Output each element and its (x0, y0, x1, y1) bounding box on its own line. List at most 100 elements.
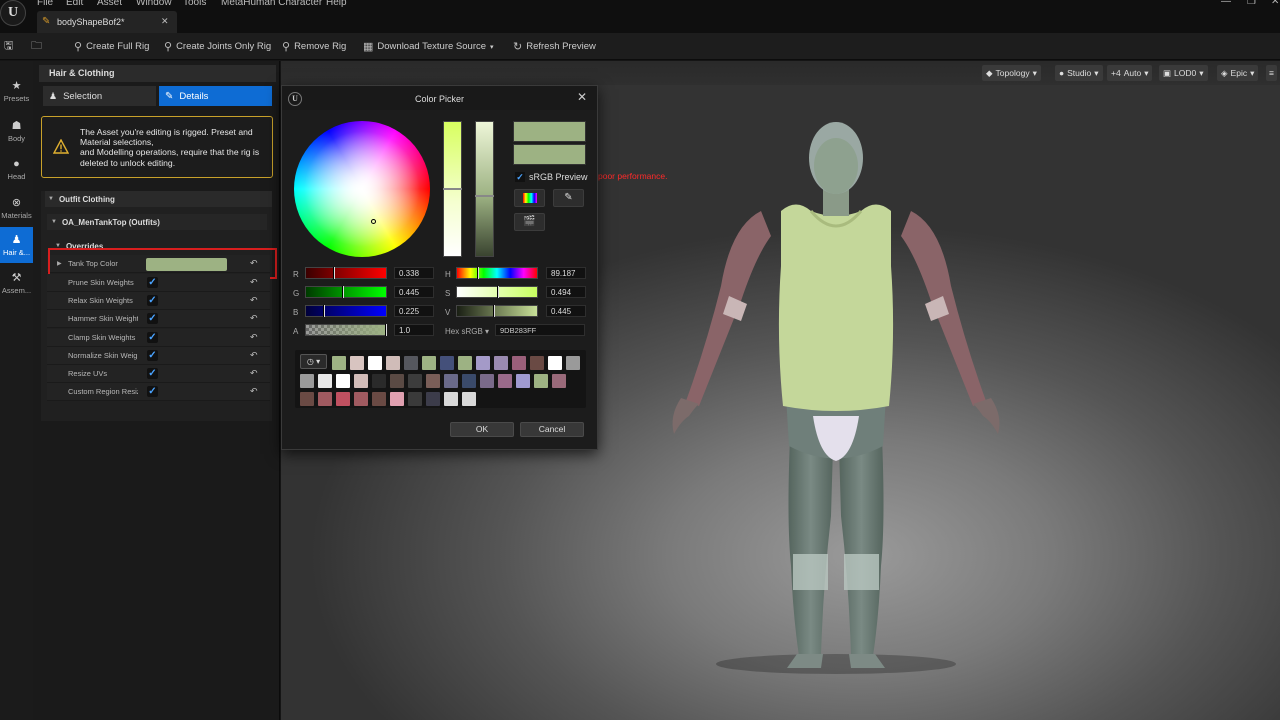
saturation-slider[interactable] (443, 121, 462, 257)
value-slider[interactable] (475, 121, 494, 257)
palette-swatch[interactable] (300, 392, 314, 406)
reset-icon[interactable]: ↶ (250, 295, 258, 306)
nav-materials[interactable]: ⊗ Materials (0, 190, 33, 226)
reset-icon[interactable]: ↶ (250, 350, 258, 361)
channel-g-value[interactable]: 0.445 (394, 286, 434, 298)
lod-dropdown[interactable]: ▣ LOD0 ▾ (1159, 65, 1208, 81)
quality-dropdown[interactable]: ◈ Epic ▾ (1217, 65, 1259, 81)
palette-swatch[interactable] (336, 392, 350, 406)
refresh-preview-button[interactable]: ↻ Refresh Preview (513, 33, 596, 60)
palette-swatch[interactable] (350, 356, 364, 370)
slider-thumb[interactable] (443, 188, 462, 190)
palette-swatch[interactable] (548, 356, 562, 370)
palette-swatch[interactable] (372, 374, 386, 388)
slider-thumb[interactable] (475, 195, 494, 197)
menu-help[interactable]: Help (326, 0, 347, 8)
tab-details[interactable]: ✎ Details (159, 86, 272, 106)
close-window-icon[interactable]: ✕ (1271, 0, 1279, 7)
auto-dropdown[interactable]: +4 Auto ▾ (1107, 65, 1153, 81)
palette-swatch[interactable] (336, 374, 350, 388)
srgb-preview-toggle[interactable]: ✓ sRGB Preview (515, 172, 588, 182)
palette-swatch[interactable] (494, 356, 508, 370)
checkbox[interactable]: ✓ (147, 350, 158, 361)
viewport-menu-icon[interactable]: ≡ (1266, 65, 1277, 81)
color-wheel[interactable] (294, 121, 430, 257)
slider-thumb[interactable] (323, 305, 325, 317)
color-wheel-marker[interactable] (371, 219, 376, 224)
palette-swatch[interactable] (534, 374, 548, 388)
hex-value-input[interactable]: 9DB283FF (495, 324, 585, 336)
reset-icon[interactable]: ↶ (250, 332, 258, 343)
section-outfit-clothing[interactable]: ▼ Outfit Clothing (45, 191, 272, 207)
channel-s-slider[interactable] (456, 286, 538, 298)
menu-edit[interactable]: Edit (66, 0, 83, 8)
slider-thumb[interactable] (497, 286, 499, 298)
palette-swatch[interactable] (422, 356, 436, 370)
palette-swatch[interactable] (318, 374, 332, 388)
channel-a-value[interactable]: 1.0 (394, 324, 434, 336)
minimize-icon[interactable]: — (1221, 0, 1231, 7)
palette-swatch[interactable] (440, 356, 454, 370)
checkbox[interactable]: ✓ (147, 295, 158, 306)
unreal-logo-icon[interactable]: U (0, 0, 26, 26)
channel-v-slider[interactable] (456, 305, 538, 317)
document-tab[interactable]: ✎ bodyShapeBof2* ✕ (37, 11, 177, 33)
ok-button[interactable]: OK (450, 422, 514, 437)
palette-swatch[interactable] (390, 392, 404, 406)
palette-swatch[interactable] (444, 374, 458, 388)
palette-swatch[interactable] (476, 356, 490, 370)
slider-thumb[interactable] (493, 305, 495, 317)
nav-presets[interactable]: ★ Presets (0, 73, 33, 109)
download-texture-source-button[interactable]: ▦ Download Texture Source ▾ (363, 33, 494, 60)
history-dropdown[interactable]: ◷ ▾ (300, 354, 327, 369)
palette-swatch[interactable] (444, 392, 458, 406)
slider-thumb[interactable] (342, 286, 344, 298)
palette-swatch[interactable] (408, 374, 422, 388)
palette-swatch[interactable] (386, 356, 400, 370)
color-themes-button[interactable] (514, 189, 545, 207)
hex-mode-dropdown[interactable]: Hex sRGB ▾ (445, 327, 489, 336)
palette-swatch[interactable] (512, 356, 526, 370)
palette-swatch[interactable] (390, 374, 404, 388)
checkbox[interactable]: ✓ (147, 313, 158, 324)
menu-metahuman-character[interactable]: MetaHuman Character (221, 0, 322, 8)
topology-dropdown[interactable]: ◆ Topology ▾ (982, 65, 1041, 81)
checkbox[interactable]: ✓ (147, 368, 158, 379)
create-full-rig-button[interactable]: ⚲ Create Full Rig (74, 33, 149, 60)
nav-head[interactable]: ● Head (0, 151, 33, 187)
browse-icon[interactable]: 🗀 (31, 33, 42, 60)
slider-thumb[interactable] (385, 324, 387, 336)
channel-b-value[interactable]: 0.225 (394, 305, 434, 317)
checkbox[interactable]: ✓ (147, 277, 158, 288)
palette-swatch[interactable] (368, 356, 382, 370)
checkbox[interactable]: ✓ (147, 332, 158, 343)
reset-icon[interactable]: ↶ (250, 277, 258, 288)
tab-selection[interactable]: ♟ Selection (43, 86, 156, 106)
close-tab-icon[interactable]: ✕ (161, 16, 169, 27)
channel-v-value[interactable]: 0.445 (546, 305, 586, 317)
menu-tools[interactable]: Tools (183, 0, 206, 8)
maximize-icon[interactable]: ❐ (1247, 0, 1256, 7)
slider-thumb[interactable] (477, 267, 479, 279)
create-joints-only-rig-button[interactable]: ⚲ Create Joints Only Rig (164, 33, 271, 60)
clapboard-button[interactable]: 🎬 (514, 213, 545, 231)
palette-swatch[interactable] (462, 392, 476, 406)
eyedropper-button[interactable]: ✎ (553, 189, 584, 207)
nav-assembly[interactable]: ⚒ Assem... (0, 265, 33, 301)
palette-swatch[interactable] (458, 356, 472, 370)
palette-swatch[interactable] (404, 356, 418, 370)
palette-swatch[interactable] (354, 374, 368, 388)
palette-swatch[interactable] (300, 374, 314, 388)
remove-rig-button[interactable]: ⚲ Remove Rig (282, 33, 346, 60)
nav-body[interactable]: ☗ Body (0, 113, 33, 149)
palette-swatch[interactable] (372, 392, 386, 406)
channel-h-value[interactable]: 89.187 (546, 267, 586, 279)
channel-r-slider[interactable] (305, 267, 387, 279)
palette-swatch[interactable] (408, 392, 422, 406)
menu-asset[interactable]: Asset (97, 0, 122, 8)
section-outfit-item[interactable]: ▼ OA_MenTankTop (Outfits) (47, 214, 267, 230)
palette-swatch[interactable] (318, 392, 332, 406)
channel-h-slider[interactable] (456, 267, 538, 279)
palette-swatch[interactable] (516, 374, 530, 388)
channel-g-slider[interactable] (305, 286, 387, 298)
